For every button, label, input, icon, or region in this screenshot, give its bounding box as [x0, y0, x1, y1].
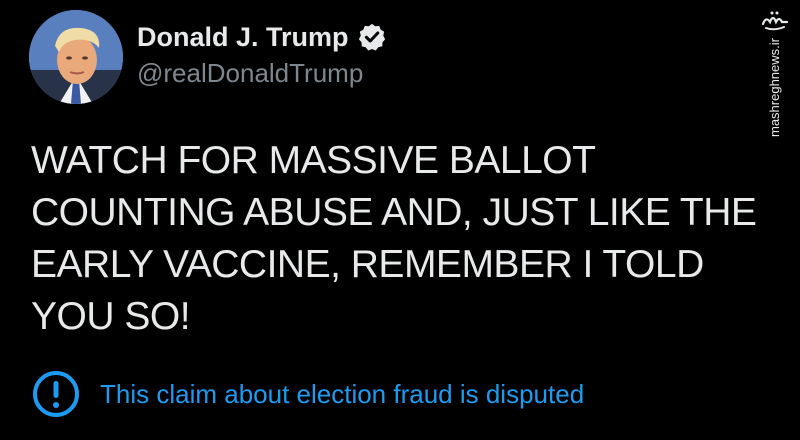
tweet-text: WATCH FOR MASSIVE BALLOT COUNTING ABUSE … [31, 139, 757, 338]
watermark: mashreghnews.ir [758, 8, 792, 137]
disputed-claim-notice[interactable]: This claim about election fraud is dispu… [32, 370, 584, 418]
display-name[interactable]: Donald J. Trump [137, 21, 349, 53]
avatar[interactable] [29, 10, 123, 104]
verified-badge-icon [358, 23, 385, 51]
mashregh-logo-icon [761, 11, 789, 31]
tweet-card: Donald J. Trump @realDonaldTrump WATCH F… [0, 0, 800, 440]
disputed-claim-label[interactable]: This claim about election fraud is dispu… [100, 378, 584, 410]
watermark-site: mashreghnews.ir [767, 38, 782, 137]
exclamation-circle-icon [33, 371, 79, 417]
author-name-row: Donald J. Trump [137, 21, 387, 53]
user-handle[interactable]: @realDonaldTrump [137, 58, 363, 88]
avatar-portrait-icon [29, 10, 123, 104]
